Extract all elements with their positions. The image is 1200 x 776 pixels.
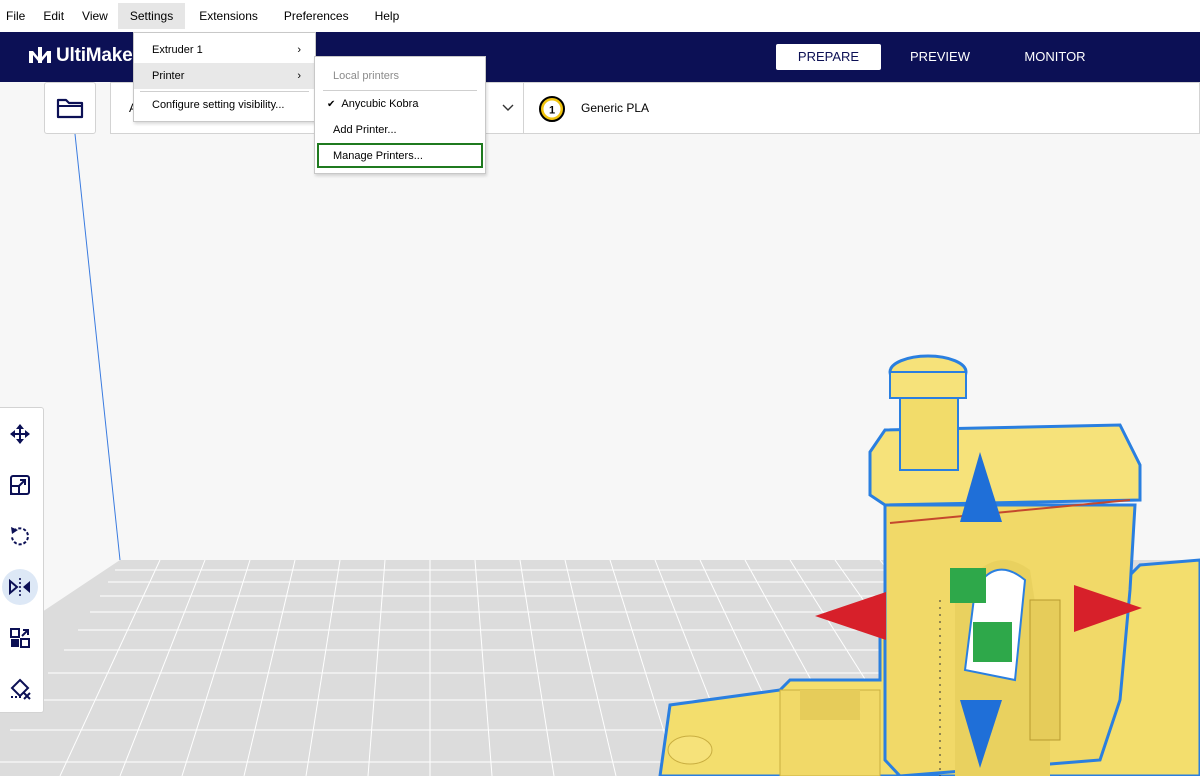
menu-preferences[interactable]: Preferences [272,3,361,29]
chevron-down-icon [502,104,514,111]
build-volume-scene [0,134,1200,776]
move-plane-handle-lower[interactable] [973,622,1012,662]
move-icon [10,424,30,444]
checkmark-icon: ✔ [327,99,336,110]
menu-settings-label: Settings [129,9,174,23]
menu-item-extruder-1-label: Extruder 1 [152,44,203,56]
menu-item-printer[interactable]: Printer › [134,63,315,89]
menu-item-printer-label: Printer [152,70,185,82]
printer-submenu: Local printers ✔ Anycubic Kobra Add Print… [314,56,486,174]
folder-icon [56,98,84,119]
menu-view-label: View [82,9,108,23]
mirror-icon [9,578,30,596]
tab-monitor-label: MONITOR [1024,49,1086,64]
menu-item-configure-visibility[interactable]: Configure setting visibility... [134,92,315,118]
app-logo: UltiMake [28,45,133,67]
extruder-badge: 1 [539,96,565,122]
local-printers-header-label: Local printers [333,70,400,82]
chevron-right-icon: › [297,70,301,82]
per-model-settings-icon [10,628,30,648]
material-selector[interactable]: 1 Generic PLA [524,82,1200,134]
tab-prepare[interactable]: PREPARE [776,44,881,70]
menu-edit-label: Edit [43,9,65,23]
rotate-tool-button[interactable] [2,518,38,554]
3d-viewport[interactable] [0,134,1200,776]
settings-menu: Extruder 1 › Printer › Configure setting… [133,32,316,122]
scale-tool-button[interactable] [2,467,38,503]
tab-monitor[interactable]: MONITOR [1005,44,1105,70]
per-model-settings-button[interactable] [2,620,38,656]
menu-help-label: Help [374,9,400,23]
material-label: Generic PLA [581,101,650,115]
menu-extensions[interactable]: Extensions [187,3,270,29]
logo-text: UltiMake [56,45,133,66]
mirror-tool-button[interactable] [2,569,38,605]
support-blocker-icon [10,678,31,700]
move-plane-handle-upper[interactable] [950,568,986,603]
support-blocker-button[interactable] [2,671,38,707]
printer-item-anycubic-kobra-label: Anycubic Kobra [341,98,419,110]
menu-file-label: File [6,9,26,23]
scale-icon [10,475,30,495]
tab-preview[interactable]: PREVIEW [890,44,990,70]
menu-item-configure-visibility-label: Configure setting visibility... [152,99,285,111]
rotate-icon [11,527,29,546]
menu-view[interactable]: View [74,3,116,29]
build-volume-edge [74,134,121,561]
move-tool-button[interactable] [2,416,38,452]
tab-prepare-label: PREPARE [797,49,860,64]
add-printer-label: Add Printer... [333,124,397,136]
menu-edit[interactable]: Edit [35,3,72,29]
ultimaker-logo-icon [29,47,51,63]
menu-settings[interactable]: Settings [117,3,186,29]
menu-extensions-label: Extensions [199,9,258,23]
add-printer-item[interactable]: Add Printer... [315,117,485,143]
tool-panel [0,407,44,713]
local-printers-header: Local printers [315,63,399,89]
menu-file[interactable]: File [0,3,33,29]
manage-printers-label: Manage Printers... [333,150,423,162]
menu-item-extruder-1[interactable]: Extruder 1 › [134,37,315,63]
printer-item-anycubic-kobra[interactable]: ✔ Anycubic Kobra [315,91,485,117]
menu-help[interactable]: Help [363,3,412,29]
menu-preferences-label: Preferences [283,9,349,23]
extruder-number: 1 [549,105,555,117]
chevron-right-icon: › [297,44,301,56]
menu-bar: File Edit View Settings Extensions Prefe… [0,0,1200,32]
open-file-button[interactable] [44,82,96,134]
manage-printers-item[interactable]: Manage Printers... [317,143,483,168]
tab-preview-label: PREVIEW [910,49,970,64]
